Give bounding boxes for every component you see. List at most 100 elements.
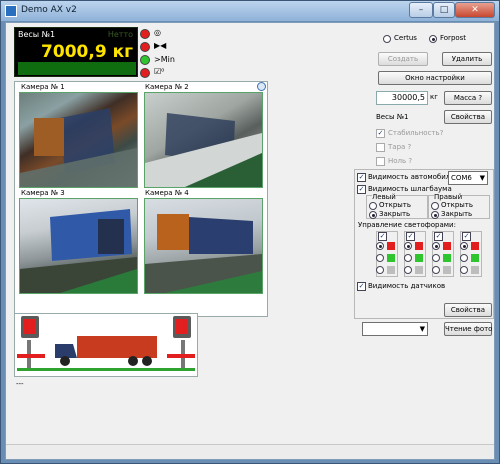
- app-window: Demo AX v2 – □ ✕ Весы №1 Нетто 7000,9 кг…: [0, 0, 500, 464]
- right-close-radio[interactable]: [431, 211, 439, 219]
- bottom-select[interactable]: ▼: [362, 322, 428, 336]
- off-light-icon: [415, 266, 423, 274]
- traffic-light-4-red-radio[interactable]: [460, 242, 468, 250]
- forpost-label: Forpost: [440, 34, 467, 42]
- traffic-light-3-off-radio[interactable]: [432, 266, 440, 274]
- sensors-visibility-checkbox[interactable]: ✓: [357, 282, 366, 291]
- traffic-light-3-checkbox[interactable]: ✓: [434, 232, 443, 241]
- stability-indicator-icon: ◎: [154, 28, 161, 37]
- right-barrier-label: Правый: [434, 193, 463, 201]
- off-light-icon: [471, 266, 479, 274]
- truck-diagram: [14, 313, 198, 377]
- left-close-radio[interactable]: [369, 211, 377, 219]
- com-port-value: COM6: [451, 174, 472, 182]
- traffic-light-2-checkbox[interactable]: ✓: [406, 232, 415, 241]
- car-visibility-label: Видимость автомобиля: [368, 173, 455, 181]
- minimize-button[interactable]: –: [409, 2, 433, 18]
- min-indicator: [140, 55, 150, 65]
- traffic-light-2-green-radio[interactable]: [404, 254, 412, 262]
- stability-indicator: [140, 29, 150, 39]
- refresh-icon[interactable]: [257, 82, 266, 91]
- check-indicator: [140, 68, 150, 78]
- camera-4-view[interactable]: [144, 198, 263, 294]
- traffic-light-1-off-radio[interactable]: [376, 266, 384, 274]
- red-light-icon: [387, 242, 395, 250]
- traffic-light-title: Управление светофорами:: [358, 221, 456, 229]
- chevron-down-icon: ▼: [479, 174, 485, 182]
- zero-label: Ноль ?: [388, 157, 413, 165]
- create-button[interactable]: Создать: [378, 52, 428, 66]
- truck-scale-illustration: [17, 316, 195, 371]
- traffic-light-2-off-radio[interactable]: [404, 266, 412, 274]
- barrier-visibility-label: Видимость шлагбаума: [368, 185, 452, 193]
- traffic-light-1-checkbox[interactable]: ✓: [378, 232, 387, 241]
- scale-name-label: Весы №1: [376, 113, 409, 121]
- scale-label: Весы №1: [18, 30, 56, 39]
- left-open-label: Открыть: [379, 201, 411, 209]
- certus-radio[interactable]: [383, 35, 391, 43]
- camera-1-label: Камера № 1: [21, 83, 65, 91]
- camera-3-label: Камера № 3: [21, 189, 65, 197]
- traffic-light-3-red-radio[interactable]: [432, 242, 440, 250]
- camera-3-view[interactable]: [19, 198, 138, 294]
- traffic-light-3-green-radio[interactable]: [432, 254, 440, 262]
- check-indicator-icon: ☑⁰: [154, 67, 165, 76]
- app-icon: [5, 5, 17, 17]
- green-light-icon: [415, 254, 423, 262]
- com-port-select[interactable]: COM6 ▼: [448, 171, 488, 185]
- red-light-icon: [443, 242, 451, 250]
- close-button[interactable]: ✕: [455, 2, 495, 18]
- traffic-light-2-red-radio[interactable]: [404, 242, 412, 250]
- mass-unit: кг: [430, 93, 438, 101]
- stability-checkbox[interactable]: ✓: [376, 129, 385, 138]
- tare-label: Тара ?: [388, 143, 412, 151]
- traffic-light-4-green-radio[interactable]: [460, 254, 468, 262]
- off-light-icon: [387, 266, 395, 274]
- properties-button-2[interactable]: Свойства: [444, 303, 492, 317]
- camera-panel: Камера № 1 Камера № 2 Камера № 3 Камера …: [14, 81, 268, 317]
- red-light-icon: [471, 242, 479, 250]
- right-open-label: Открыть: [441, 201, 473, 209]
- right-close-label: Закрыть: [441, 210, 473, 218]
- green-light-icon: [387, 254, 395, 262]
- traffic-light-4-checkbox[interactable]: ✓: [462, 232, 471, 241]
- off-light-icon: [443, 266, 451, 274]
- traffic-light-1-green-radio[interactable]: [376, 254, 384, 262]
- right-open-radio[interactable]: [431, 202, 439, 210]
- maximize-button[interactable]: □: [433, 2, 455, 18]
- forpost-radio[interactable]: [429, 35, 437, 43]
- car-visibility-checkbox[interactable]: ✓: [357, 173, 366, 182]
- window-title: Demo AX v2: [21, 5, 77, 15]
- left-barrier-label: Левый: [372, 193, 396, 201]
- traffic-light-1-red-radio[interactable]: [376, 242, 384, 250]
- camera-4-truck-icon: [145, 214, 262, 293]
- stability-label: Стабильность?: [388, 129, 444, 137]
- traffic-light-4-off-radio[interactable]: [460, 266, 468, 274]
- zero-checkbox[interactable]: [376, 157, 385, 166]
- camera-2-truck-icon: [145, 113, 262, 187]
- chevron-down-icon: ▼: [419, 325, 425, 333]
- left-open-radio[interactable]: [369, 202, 377, 210]
- delete-button[interactable]: Удалить: [442, 52, 492, 66]
- camera-2-view[interactable]: [144, 92, 263, 188]
- scale-display: Весы №1 Нетто 7000,9 кг: [14, 27, 138, 77]
- left-close-label: Закрыть: [379, 210, 411, 218]
- status-bar: [6, 444, 494, 459]
- title-bar[interactable]: Demo AX v2 – □ ✕: [1, 1, 499, 21]
- tare-checkbox[interactable]: [376, 143, 385, 152]
- settings-window-button[interactable]: Окно настройки: [378, 71, 492, 85]
- mass-button[interactable]: Масса ?: [444, 91, 492, 105]
- sensors-visibility-label: Видимость датчиков: [368, 282, 446, 290]
- camera-1-view[interactable]: [19, 92, 138, 188]
- zero-indicator-icon: ▶◀: [154, 41, 167, 50]
- weight-value: 7000,9 кг: [41, 42, 133, 62]
- properties-button[interactable]: Свойства: [444, 110, 492, 124]
- green-light-icon: [471, 254, 479, 262]
- mass-input[interactable]: 30000,5: [376, 91, 428, 105]
- zero-indicator: [140, 42, 150, 52]
- min-indicator-label: >Min: [154, 55, 175, 64]
- certus-label: Certus: [394, 34, 417, 42]
- barrier-visibility-checkbox[interactable]: ✓: [357, 185, 366, 194]
- read-photo-button[interactable]: Чтение фото: [444, 322, 492, 336]
- red-light-icon: [415, 242, 423, 250]
